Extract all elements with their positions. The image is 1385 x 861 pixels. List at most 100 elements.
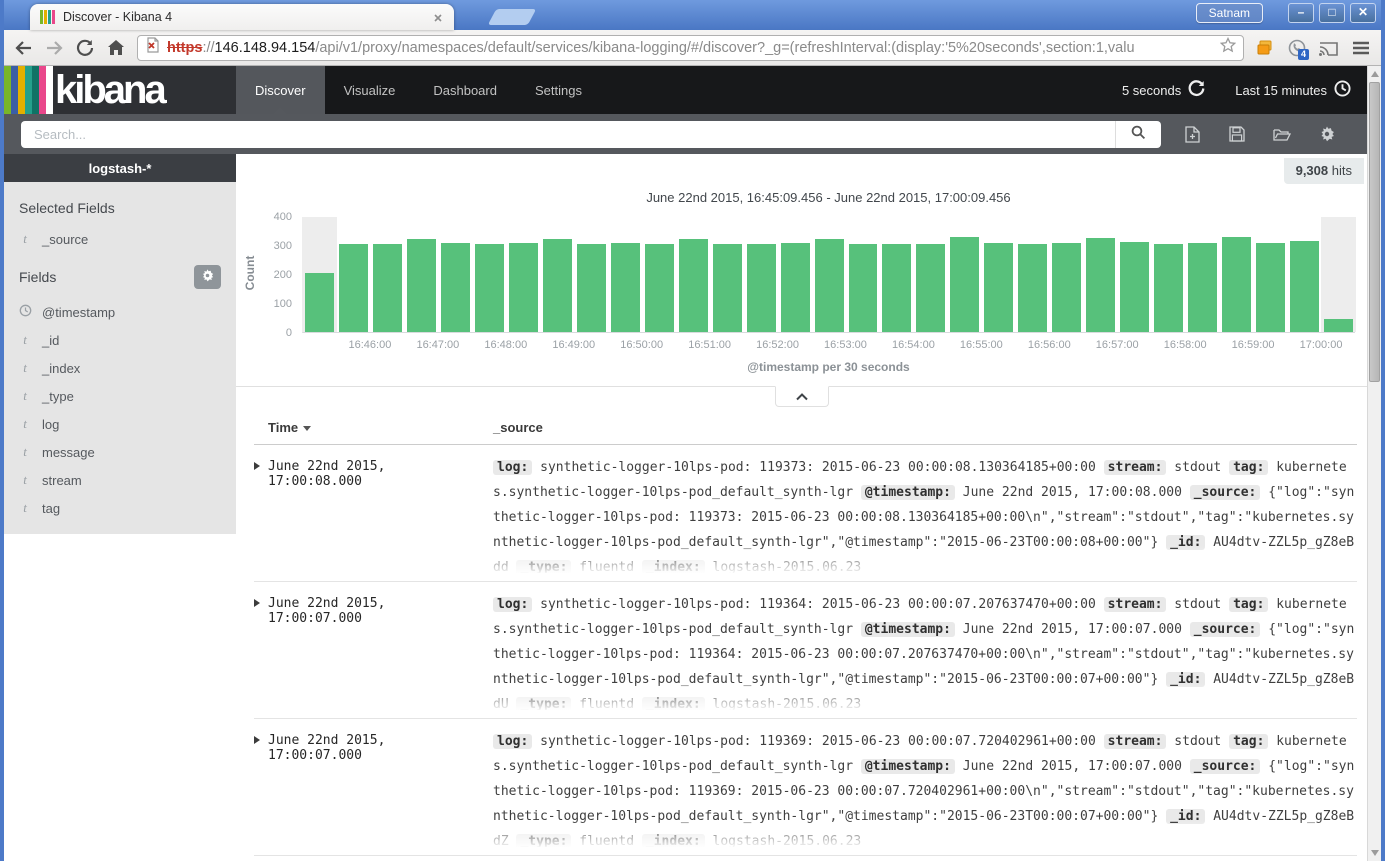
maximize-button[interactable]: □ xyxy=(1319,3,1345,23)
histogram-bar[interactable] xyxy=(1120,242,1149,332)
histogram-bucket[interactable] xyxy=(747,217,776,332)
voice-extension-icon[interactable]: 4 xyxy=(1287,38,1306,57)
nav-discover[interactable]: Discover xyxy=(236,66,325,114)
nav-dashboard[interactable]: Dashboard xyxy=(414,66,516,114)
histogram-bar[interactable] xyxy=(950,237,979,332)
histogram-bucket[interactable] xyxy=(1052,217,1081,332)
histogram-bucket[interactable] xyxy=(305,217,334,332)
histogram-bucket[interactable] xyxy=(984,217,1013,332)
histogram-bucket[interactable] xyxy=(1018,217,1047,332)
histogram-bucket[interactable] xyxy=(577,217,606,332)
field-chip[interactable]: log: xyxy=(493,460,532,475)
minimize-button[interactable]: – xyxy=(1288,3,1314,23)
histogram-bar[interactable] xyxy=(441,243,470,332)
search-button[interactable] xyxy=(1115,121,1161,148)
field-chip[interactable]: _type: xyxy=(516,834,571,847)
histogram-bar[interactable] xyxy=(373,244,402,332)
histogram-bucket[interactable] xyxy=(1256,217,1285,332)
scrollbar-down-icon[interactable] xyxy=(1371,850,1379,856)
url-bar[interactable]: https://146.148.94.154/api/v1/proxy/name… xyxy=(137,35,1244,61)
histogram-bucket[interactable] xyxy=(713,217,742,332)
expand-row-icon[interactable] xyxy=(254,592,268,710)
histogram-bar[interactable] xyxy=(1256,243,1285,332)
field-chip[interactable]: @timestamp: xyxy=(861,485,955,500)
home-icon[interactable] xyxy=(106,38,126,58)
scrollbar-up-icon[interactable] xyxy=(1371,71,1379,77)
field-@timestamp[interactable]: @timestamp xyxy=(19,298,221,326)
back-icon[interactable] xyxy=(13,38,33,58)
field-chip[interactable]: tag: xyxy=(1229,460,1268,475)
histogram-bar[interactable] xyxy=(916,244,945,332)
close-button[interactable]: ✕ xyxy=(1350,3,1376,23)
scrollbar-thumb[interactable] xyxy=(1369,82,1380,382)
field-chip[interactable]: tag: xyxy=(1229,597,1268,612)
histogram-bar[interactable] xyxy=(1222,237,1251,332)
histogram-bucket[interactable] xyxy=(1290,217,1319,332)
settings-gear-icon[interactable] xyxy=(1318,125,1336,143)
url-text[interactable]: https://146.148.94.154/api/v1/proxy/name… xyxy=(167,40,1214,56)
histogram-bucket[interactable] xyxy=(543,217,572,332)
histogram-bucket[interactable] xyxy=(1120,217,1149,332)
histogram-bucket[interactable] xyxy=(815,217,844,332)
histogram-bucket[interactable] xyxy=(645,217,674,332)
histogram-bar[interactable] xyxy=(1188,243,1217,332)
histogram-bar[interactable] xyxy=(882,244,911,332)
collapse-chart-button[interactable] xyxy=(775,386,829,407)
histogram-bucket[interactable] xyxy=(916,217,945,332)
field-chip[interactable]: @timestamp: xyxy=(861,622,955,637)
new-tab-button[interactable] xyxy=(488,9,537,25)
reload-icon[interactable] xyxy=(75,38,95,58)
histogram-bucket[interactable] xyxy=(950,217,979,332)
nav-visualize[interactable]: Visualize xyxy=(325,66,415,114)
histogram-bar[interactable] xyxy=(1018,244,1047,332)
histogram-bucket[interactable] xyxy=(373,217,402,332)
histogram-bar[interactable] xyxy=(407,239,436,332)
histogram-bucket[interactable] xyxy=(849,217,878,332)
histogram-bar[interactable] xyxy=(1052,243,1081,332)
field-chip[interactable]: stream: xyxy=(1104,734,1167,749)
histogram-bar[interactable] xyxy=(781,243,810,332)
index-pattern-selector[interactable]: logstash-* xyxy=(4,154,236,182)
histogram-bucket[interactable] xyxy=(882,217,911,332)
histogram-bar[interactable] xyxy=(1154,244,1183,332)
refresh-interval-control[interactable]: 5 seconds xyxy=(1122,80,1205,100)
field-chip[interactable]: _source: xyxy=(1190,759,1261,774)
histogram-bar[interactable] xyxy=(1086,238,1115,332)
field-_id[interactable]: t_id xyxy=(19,326,221,354)
tab-close-icon[interactable] xyxy=(432,11,444,23)
menu-icon[interactable] xyxy=(1351,38,1370,57)
field-log[interactable]: tlog xyxy=(19,410,221,438)
field-chip[interactable]: _index: xyxy=(642,834,705,847)
field-chip[interactable]: tag: xyxy=(1229,734,1268,749)
histogram-bar[interactable] xyxy=(984,243,1013,332)
field-stream[interactable]: tstream xyxy=(19,466,221,494)
histogram-bucket[interactable] xyxy=(407,217,436,332)
histogram-bucket[interactable] xyxy=(441,217,470,332)
save-search-icon[interactable] xyxy=(1228,125,1246,143)
histogram-bar[interactable] xyxy=(339,244,368,332)
histogram-bucket[interactable] xyxy=(611,217,640,332)
field-chip[interactable]: log: xyxy=(493,597,532,612)
histogram-bar[interactable] xyxy=(611,243,640,332)
histogram-bucket[interactable] xyxy=(679,217,708,332)
histogram-bar[interactable] xyxy=(577,244,606,332)
histogram-bar[interactable] xyxy=(645,244,674,332)
histogram-bucket[interactable] xyxy=(1324,217,1353,332)
histogram-bar[interactable] xyxy=(747,244,776,332)
field-chip[interactable]: log: xyxy=(493,734,532,749)
browser-tab[interactable]: Discover - Kibana 4 xyxy=(30,4,454,30)
histogram-bar[interactable] xyxy=(815,239,844,332)
field-_index[interactable]: t_index xyxy=(19,354,221,382)
field-chip[interactable]: stream: xyxy=(1104,597,1167,612)
expand-row-icon[interactable] xyxy=(254,455,268,573)
search-input[interactable] xyxy=(21,121,1115,148)
notes-extension-icon[interactable] xyxy=(1255,38,1274,57)
cast-icon[interactable] xyxy=(1319,38,1338,57)
expand-row-icon[interactable] xyxy=(254,729,268,847)
histogram-bar[interactable] xyxy=(509,243,538,332)
histogram-bar[interactable] xyxy=(543,239,572,332)
histogram-bar[interactable] xyxy=(305,273,334,332)
page-scrollbar[interactable] xyxy=(1367,66,1381,861)
histogram-bar[interactable] xyxy=(1290,241,1319,332)
histogram-bar[interactable] xyxy=(475,244,504,332)
